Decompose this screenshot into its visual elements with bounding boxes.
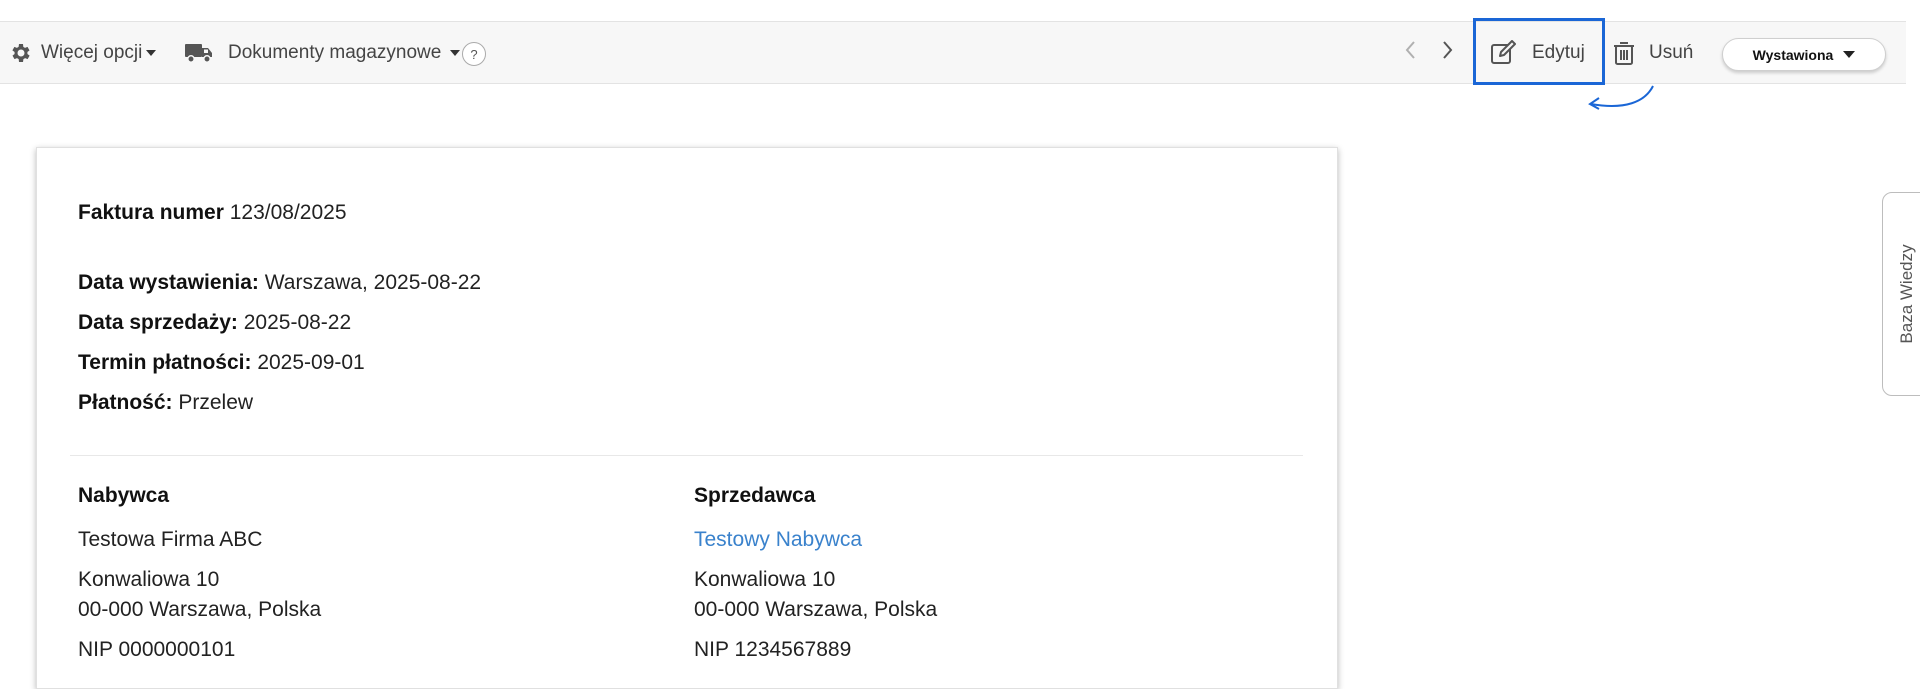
more-options-label: Więcej opcji: [41, 41, 143, 63]
gear-icon: [9, 41, 33, 65]
delete-label: Usuń: [1649, 41, 1694, 63]
buyer-nip: NIP 0000000101: [78, 638, 236, 661]
invoice-number-line: Faktura numer 123/08/2025: [78, 201, 347, 225]
sale-date-label: Data sprzedaży:: [78, 311, 238, 334]
issue-date-line: Data wystawienia: Warszawa, 2025-08-22: [78, 271, 481, 295]
edit-highlight-frame: [1473, 18, 1605, 85]
payment-value: Przelew: [178, 391, 254, 414]
warehouse-documents-label: Dokumenty magazynowe: [228, 41, 442, 63]
sale-date-value: 2025-08-22: [243, 311, 352, 334]
truck-icon: [184, 41, 214, 65]
previous-arrow[interactable]: [1403, 22, 1417, 83]
status-dropdown[interactable]: Wystawiona: [1722, 38, 1886, 71]
buyer-city: 00-000 Warszawa, Polska: [78, 598, 322, 621]
warehouse-documents-menu[interactable]: Dokumenty magazynowe: [184, 22, 461, 83]
sale-date-line: Data sprzedaży: 2025-08-22: [78, 311, 351, 335]
issue-date-value: Warszawa, 2025-08-22: [264, 271, 482, 294]
seller-name-link[interactable]: Testowy Nabywca: [694, 525, 862, 555]
issue-date-label: Data wystawienia:: [78, 271, 259, 294]
next-arrow[interactable]: [1441, 22, 1455, 83]
divider: [70, 455, 1303, 456]
knowledge-base-label: Baza Wiedzy: [1897, 244, 1916, 344]
trash-icon: [1613, 40, 1635, 66]
due-date-label: Termin płatności:: [78, 351, 252, 374]
seller-city: 00-000 Warszawa, Polska: [694, 598, 938, 621]
seller-street: Konwaliowa 10: [694, 568, 836, 591]
help-button[interactable]: ?: [462, 42, 486, 66]
more-options-menu[interactable]: Więcej opcji: [9, 22, 157, 83]
buyer-street: Konwaliowa 10: [78, 568, 220, 591]
seller-title: Sprzedawca: [694, 484, 816, 507]
payment-line: Płatność: Przelew: [78, 391, 253, 415]
knowledge-base-tab[interactable]: Baza Wiedzy: [1882, 192, 1920, 396]
curved-arrow-icon: [1588, 85, 1654, 110]
invoice-number-label: Faktura numer: [78, 201, 224, 224]
status-label: Wystawiona: [1752, 46, 1834, 63]
invoice-number-value: 123/08/2025: [229, 201, 347, 224]
invoice-card: Faktura numer 123/08/2025 Data wystawien…: [36, 147, 1338, 689]
delete-button[interactable]: Usuń: [1613, 22, 1693, 83]
chevron-down-icon: [146, 49, 157, 56]
chevron-down-icon: [1843, 51, 1856, 58]
toolbar: Więcej opcji Dokumenty magazynowe ? Edyt…: [0, 21, 1906, 84]
chevron-right-icon: [1441, 39, 1455, 66]
payment-label: Płatność:: [78, 391, 173, 414]
buyer-name: Testowa Firma ABC: [78, 528, 263, 551]
due-date-value: 2025-09-01: [257, 351, 365, 374]
buyer-title: Nabywca: [78, 484, 170, 507]
seller-nip: NIP 1234567889: [694, 638, 852, 661]
help-label: ?: [470, 46, 478, 62]
due-date-line: Termin płatności: 2025-09-01: [78, 351, 365, 375]
chevron-down-icon: [450, 49, 461, 56]
chevron-left-icon: [1403, 39, 1417, 66]
